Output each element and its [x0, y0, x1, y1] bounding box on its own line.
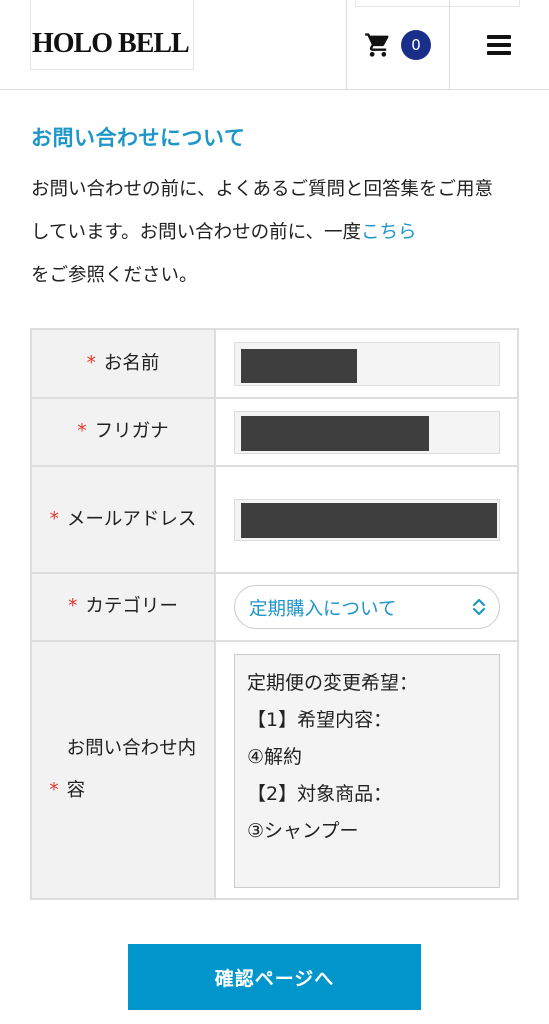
field-label-furigana: * フリガナ: [32, 399, 216, 465]
email-input[interactable]: [234, 499, 500, 541]
field-label-text: フリガナ: [94, 421, 169, 442]
field-label-category: * カテゴリー: [32, 574, 216, 640]
site-header: HOLO BELL 0: [0, 0, 549, 90]
cart-count-badge: 0: [401, 30, 431, 60]
redacted-value: [241, 416, 429, 451]
site-logo[interactable]: HOLO BELL: [32, 28, 190, 60]
field-label-name: * お名前: [32, 330, 216, 397]
field-label-text: お名前: [103, 352, 160, 374]
intro-text-part1: お問い合わせの前に、よくあるご質問と回答集をご用意しています。お問い合わせの前に…: [31, 179, 493, 243]
faq-link[interactable]: こちら: [361, 222, 417, 243]
inquiry-textarea[interactable]: 定期便の変更希望： 【1】希望内容： ④解約 【2】対象商品： ③シャンプー: [234, 654, 500, 888]
confirm-button[interactable]: 確認ページへ: [128, 944, 421, 1010]
category-select[interactable]: 定期購入について: [234, 585, 500, 629]
furigana-input[interactable]: [234, 411, 500, 454]
field-label-text: メールアドレス: [66, 508, 197, 530]
category-selected-value: 定期購入について: [249, 599, 397, 620]
field-label-text: お問い合わせ内容: [66, 738, 197, 801]
required-mark: *: [68, 596, 78, 617]
contact-form: * お名前 * フリガナ * メールアドレス * カテゴリー 定期購入について …: [30, 328, 519, 900]
form-row-name: * お名前: [32, 330, 517, 399]
cart-button[interactable]: [346, 0, 450, 90]
intro-text: お問い合わせの前に、よくあるご質問と回答集をご用意しています。お問い合わせの前に…: [31, 168, 511, 297]
required-mark: *: [77, 421, 87, 442]
required-mark: *: [49, 508, 59, 530]
field-label-inquiry: * お問い合わせ内容: [32, 642, 216, 898]
form-row-furigana: * フリガナ: [32, 399, 517, 467]
form-row-email: * メールアドレス: [32, 467, 517, 574]
field-label-email: * メールアドレス: [32, 467, 216, 572]
form-row-inquiry: * お問い合わせ内容 定期便の変更希望： 【1】希望内容： ④解約 【2】対象商品…: [32, 642, 517, 898]
required-mark: *: [86, 352, 96, 374]
chevron-updown-icon: [472, 598, 486, 616]
required-mark: *: [49, 780, 59, 801]
form-row-category: * カテゴリー 定期購入について: [32, 574, 517, 642]
redacted-value: [241, 349, 357, 383]
redacted-value: [241, 503, 497, 538]
intro-text-part2: をご参照ください。: [31, 265, 198, 286]
cart-icon[interactable]: [364, 31, 392, 59]
field-label-text: カテゴリー: [85, 596, 178, 617]
hamburger-menu-icon[interactable]: [487, 35, 511, 55]
section-title: お問い合わせについて: [31, 126, 246, 150]
name-input[interactable]: [234, 342, 500, 386]
